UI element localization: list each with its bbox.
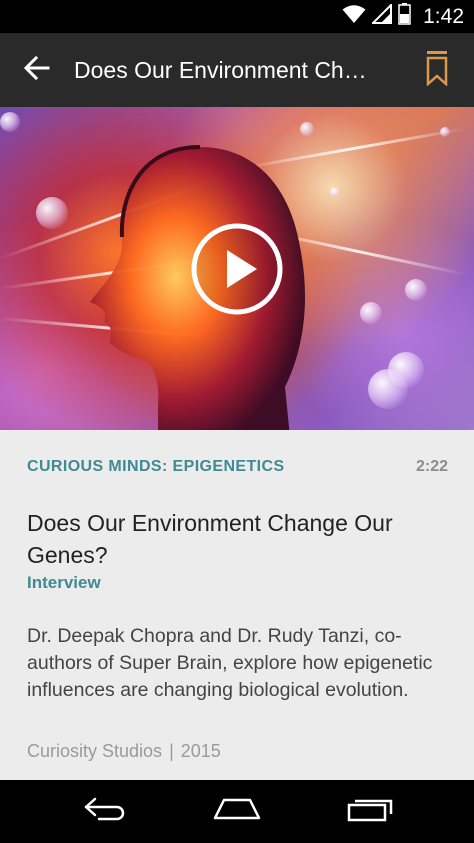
release-year: 2015: [180, 741, 221, 761]
glow-bubble: [360, 302, 382, 324]
episode-type: Interview: [27, 573, 101, 592]
battery-icon: [398, 3, 411, 30]
episode-title: Does Our Environment Change Our Genes?: [27, 510, 393, 568]
episode-description: Dr. Deepak Chopra and Dr. Rudy Tanzi, co…: [27, 625, 433, 701]
arrow-back-icon: [23, 55, 50, 85]
glow-bubble: [368, 369, 408, 409]
series-row: CURIOUS MINDS: EPIGENETICS 2:22: [27, 458, 448, 476]
episode-details: CURIOUS MINDS: EPIGENETICS 2:22 Does Our…: [0, 430, 474, 780]
status-time: 1:42: [423, 4, 464, 28]
play-circle-icon: [191, 223, 283, 315]
credits-separator: |: [169, 741, 174, 761]
play-button[interactable]: [190, 222, 284, 316]
signal-icon: [370, 2, 393, 29]
nav-home-button[interactable]: [187, 780, 287, 843]
series-name[interactable]: CURIOUS MINDS: EPIGENETICS: [27, 458, 285, 476]
back-nav-icon: [83, 796, 129, 827]
credits: Curiosity Studios | 2015: [27, 741, 221, 762]
home-nav-icon: [212, 797, 262, 826]
glow-bubble: [405, 279, 427, 301]
glow-bubble: [0, 112, 20, 132]
screen: 1:42 Does Our Environment Ch… CURIOUS MI…: [0, 0, 474, 843]
bookmark-button[interactable]: [400, 33, 474, 107]
status-bar: 1:42: [0, 0, 474, 33]
wifi-icon: [342, 4, 366, 29]
glow-bubble: [330, 187, 340, 197]
nav-recents-button[interactable]: [320, 780, 420, 843]
bookmark-icon: [426, 50, 448, 91]
glow-bubble: [300, 122, 314, 136]
nav-back-button[interactable]: [56, 780, 156, 843]
duration: 2:22: [415, 458, 448, 475]
back-button[interactable]: [0, 33, 74, 107]
navigation-bar: [0, 780, 474, 843]
page-title: Does Our Environment Ch…: [74, 56, 367, 83]
status-icons: 1:42: [342, 0, 464, 33]
app-bar: Does Our Environment Ch…: [0, 33, 474, 107]
studio-name: Curiosity Studios: [27, 741, 163, 761]
glow-bubble: [36, 197, 68, 229]
glow-bubble: [440, 127, 450, 137]
recents-nav-icon: [346, 796, 394, 827]
video-thumbnail[interactable]: [0, 107, 474, 430]
